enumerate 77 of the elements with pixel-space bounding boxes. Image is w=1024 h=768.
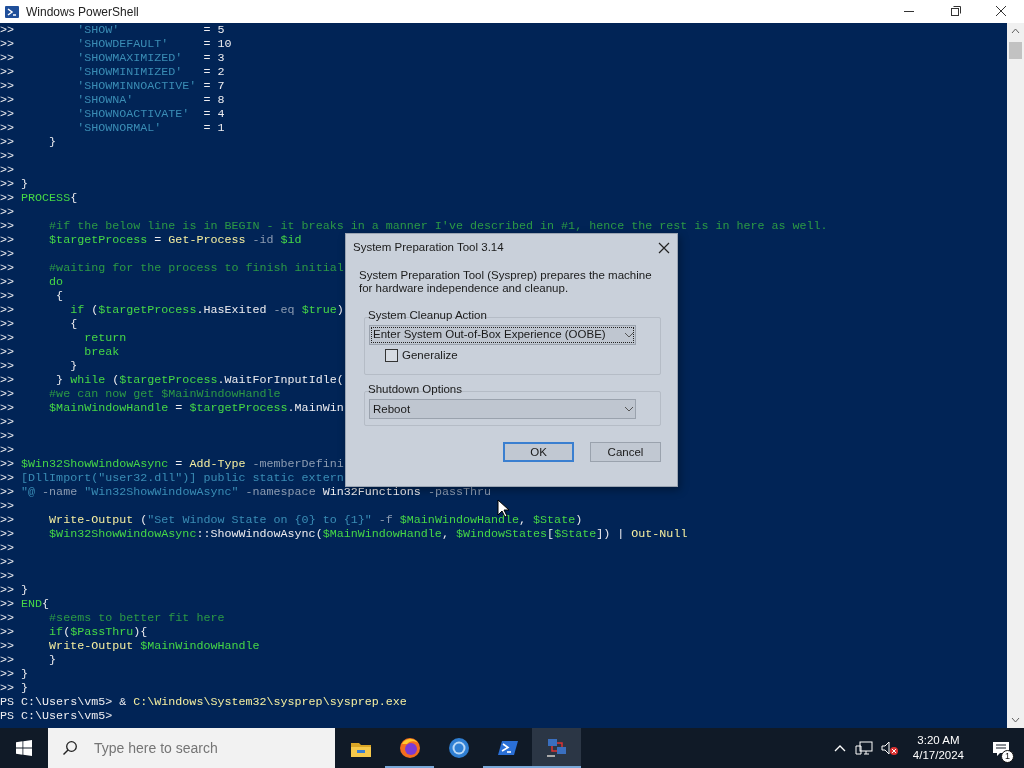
code-line: >> Write-Output ("Set Window State on {0} to {1}" -f $MainWindowHandle, $State) bbox=[0, 513, 583, 527]
close-icon[interactable] bbox=[657, 240, 671, 255]
code-line: >> #if the below line is in BEGIN - it breaks in a manner I've described in #1, hence the rest is in here as well. bbox=[0, 219, 828, 233]
windows-logo-icon bbox=[16, 740, 32, 756]
code-line: >> [DllImport("user32.dll")] public static extern bbox=[0, 471, 344, 485]
code-line: >> } bbox=[0, 135, 57, 149]
code-line: >> return bbox=[0, 331, 127, 345]
ok-button[interactable]: OK bbox=[503, 442, 574, 463]
code-line: >> 'SHOWDEFAULT' = 10 bbox=[0, 37, 232, 51]
code-line: >> 'SHOWNORMAL' = 1 bbox=[0, 121, 225, 135]
code-line: >> bbox=[0, 163, 15, 177]
code-line: >> } bbox=[0, 653, 57, 667]
dropdown-field[interactable]: Enter System Out-of-Box Experience (OOBE) bbox=[369, 325, 636, 345]
code-line: >> } bbox=[0, 359, 78, 373]
code-line: >> Write-Output $MainWindowHandle bbox=[0, 639, 260, 653]
code-line: >> 'SHOWNA' = 8 bbox=[0, 93, 225, 107]
code-line: >> if ($targetProcess.HasExited -eq $true) bbox=[0, 303, 344, 317]
group-label: System Cleanup Action bbox=[368, 309, 488, 322]
code-line: >> #waiting for the process to finish initial bbox=[0, 261, 344, 275]
code-line: >> bbox=[0, 205, 15, 219]
scrollbar[interactable] bbox=[1007, 23, 1024, 728]
code-line: >> #seems to better fit here bbox=[0, 611, 225, 625]
code-line: >> 'SHOWMINIMIZED' = 2 bbox=[0, 65, 225, 79]
search-bar[interactable]: Type here to search bbox=[48, 728, 335, 768]
code-line: >> bbox=[0, 415, 15, 429]
code-line: >> "@ -name "Win32ShowWindowAsync" -namespace Win32Functions -passThru bbox=[0, 485, 491, 499]
checkbox[interactable] bbox=[385, 349, 398, 363]
code-line: >> 'SHOWMAXIMIZED' = 3 bbox=[0, 51, 225, 65]
code-line: >> bbox=[0, 247, 15, 261]
code-line: >> 'SHOW' = 5 bbox=[0, 23, 225, 37]
code-line: PS C:\Users\vm5> bbox=[0, 709, 113, 723]
group-label: Shutdown Options bbox=[368, 383, 463, 397]
taskbar-app[interactable] bbox=[532, 728, 581, 768]
code-line: PS C:\Users\vm5> & C:\Windows\System32\sysprep\sysprep.exe bbox=[0, 695, 407, 709]
code-line: >> bbox=[0, 555, 15, 569]
dropdown-field[interactable]: Reboot bbox=[369, 399, 636, 420]
code-line: >> END{ bbox=[0, 597, 50, 611]
code-line: >> bbox=[0, 443, 15, 457]
code-line: >> do bbox=[0, 275, 64, 289]
code-line: >> 'SHOWMINNOACTIVE' = 7 bbox=[0, 79, 225, 93]
code-line: >> 'SHOWNOACTIVATE' = 4 bbox=[0, 107, 225, 121]
code-line: >> bbox=[0, 541, 15, 555]
code-line: >> PROCESS{ bbox=[0, 191, 78, 205]
dialog-description: System Preparation Tool (Sysprep) prepares the machine for hardware independence and cleanup. bbox=[358, 268, 653, 296]
code-line: >> $Win32ShowWindowAsync::ShowWindowAsync($MainWindowHandle, $WindowStates[$State]) | Out-Null bbox=[0, 527, 688, 541]
code-line: >> } bbox=[0, 667, 29, 681]
code-line: >> { bbox=[0, 317, 78, 331]
code-line: >> $targetProcess = Get-Process -id $id bbox=[0, 233, 302, 247]
clock[interactable]: 3:20 AM 4/17/2024 bbox=[912, 733, 964, 763]
speaker-muted-icon[interactable] bbox=[880, 740, 899, 756]
powershell-icon bbox=[4, 3, 20, 20]
notification-count: 1 bbox=[1001, 750, 1014, 763]
code-line: >> #we can now get $MainWindowHandle bbox=[0, 387, 281, 401]
scroll-thumb[interactable] bbox=[1009, 42, 1022, 59]
search-icon bbox=[62, 740, 78, 756]
cancel-button[interactable]: Cancel bbox=[590, 442, 661, 463]
code-line: >> } bbox=[0, 177, 29, 191]
code-line: >> bbox=[0, 569, 15, 583]
code-line: >> } while ($targetProcess.WaitForInputIdle( bbox=[0, 373, 344, 387]
code-line: >> } bbox=[0, 583, 29, 597]
code-line: >> $MainWindowHandle = $targetProcess.MainWin bbox=[0, 401, 344, 415]
code-line: >> bbox=[0, 429, 15, 443]
code-line: >> { bbox=[0, 289, 64, 303]
window-title: Windows PowerShell bbox=[26, 3, 140, 21]
code-line: >> $Win32ShowWindowAsync = Add-Type -memberDefini bbox=[0, 457, 344, 471]
code-line: >> if($PassThru){ bbox=[0, 625, 148, 639]
checkbox-label[interactable]: Generalize bbox=[402, 347, 458, 365]
network-icon[interactable] bbox=[854, 740, 873, 756]
clock-date: 4/17/2024 bbox=[912, 748, 964, 763]
dialog-title: System Preparation Tool 3.14 bbox=[353, 239, 504, 255]
code-line: >> break bbox=[0, 345, 120, 359]
search-field[interactable]: Type here to search bbox=[92, 736, 322, 760]
message-icon bbox=[992, 740, 1010, 757]
code-line: >> bbox=[0, 149, 15, 163]
code-line: >> } bbox=[0, 681, 29, 695]
code-line: >> bbox=[0, 499, 15, 513]
clock-time: 3:20 AM bbox=[916, 733, 961, 748]
